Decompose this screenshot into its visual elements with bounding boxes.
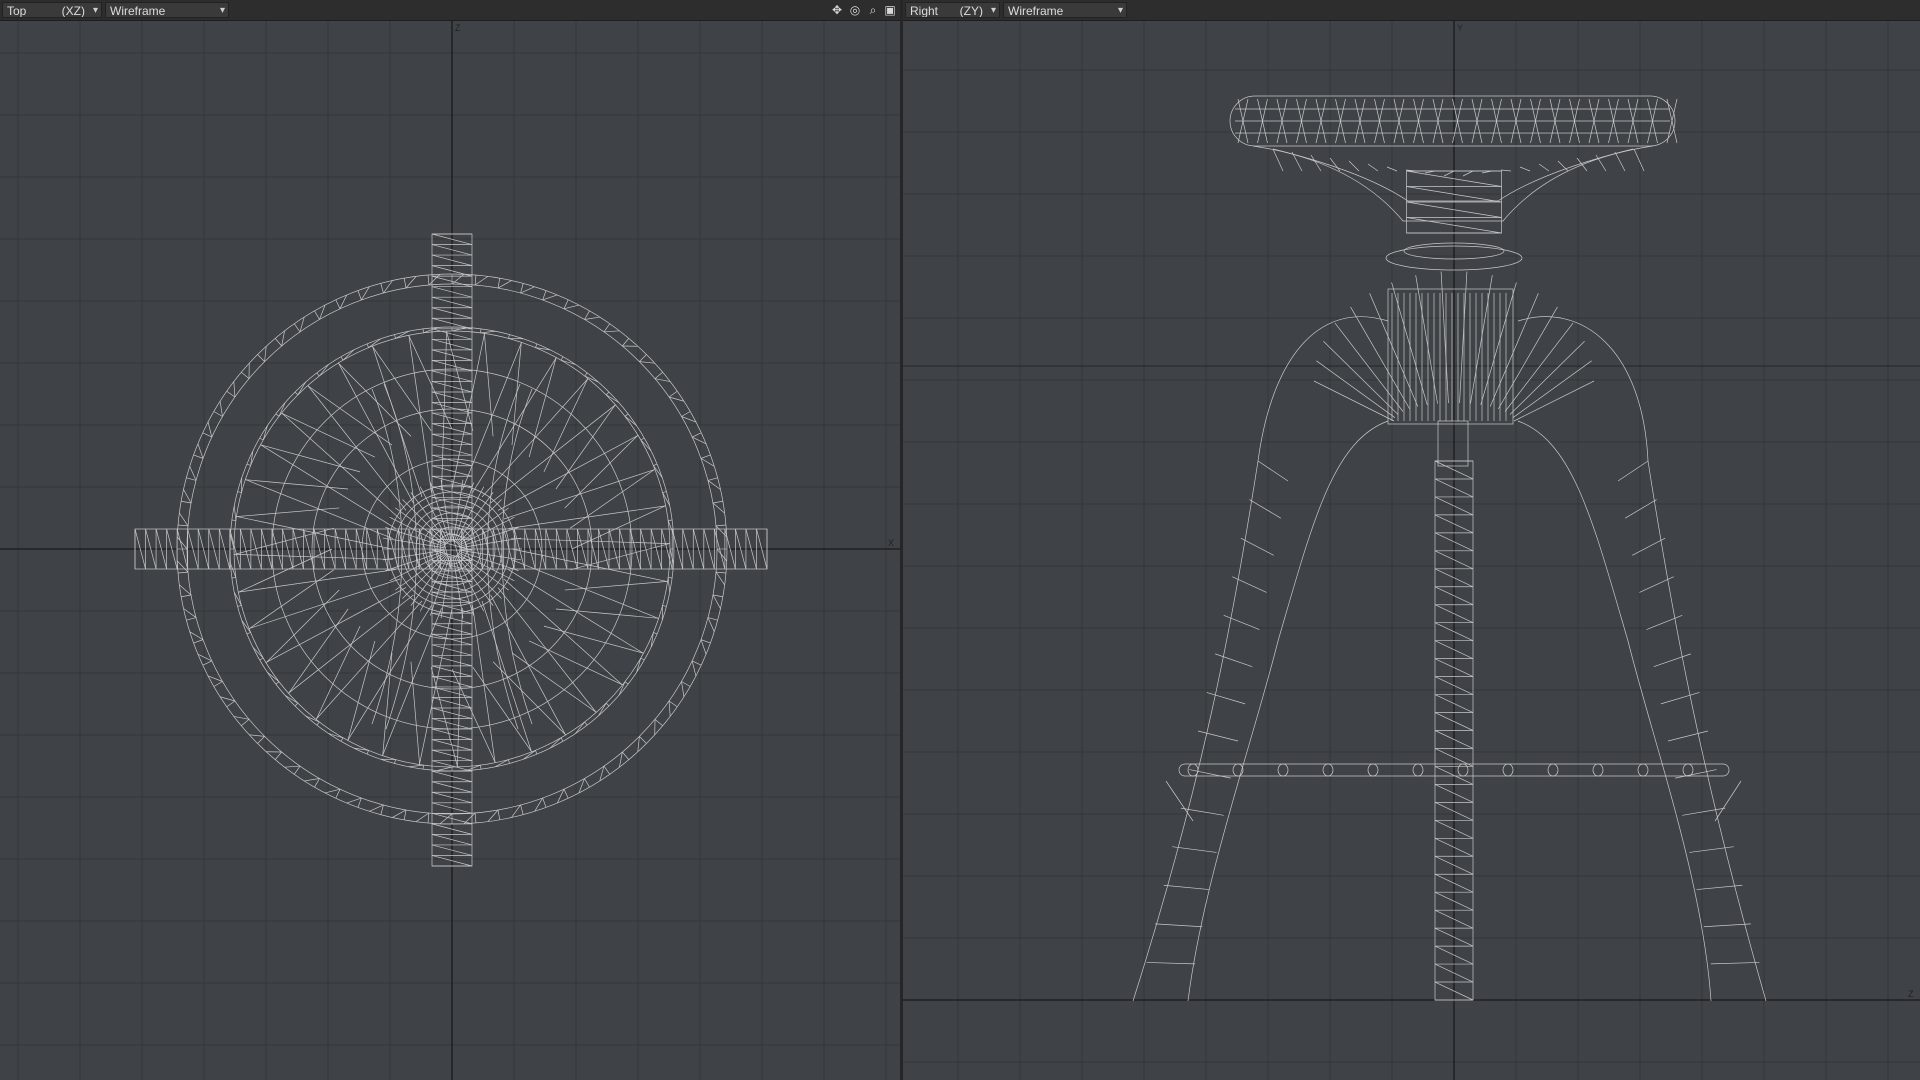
viewport-header-top: Top (XZ) ▾ Wireframe ▾ ✥ ◎ ⌕ ▣ xyxy=(0,0,900,21)
maximize-view-icon[interactable]: ▣ xyxy=(883,3,897,17)
view-type-select-right[interactable]: Right (ZY) ▾ xyxy=(905,2,1000,18)
move-view-icon[interactable]: ✥ xyxy=(830,3,844,17)
viewport-top[interactable]: Top (XZ) ▾ Wireframe ▾ ✥ ◎ ⌕ ▣ XZ xyxy=(0,0,900,1080)
rotate-view-icon[interactable]: ◎ xyxy=(848,3,862,17)
chevron-down-icon: ▾ xyxy=(92,5,98,16)
top-view-wireframe: XZ xyxy=(0,21,900,1080)
chevron-down-icon: ▾ xyxy=(1117,5,1123,16)
chevron-down-icon: ▾ xyxy=(990,5,996,16)
right-view-wireframe: ZY xyxy=(903,21,1920,1080)
render-mode-select-top[interactable]: Wireframe ▾ xyxy=(105,2,229,18)
grid xyxy=(903,21,1920,1080)
chevron-down-icon: ▾ xyxy=(219,5,225,16)
view-type-label: Right xyxy=(910,4,939,18)
legs xyxy=(1132,271,1767,1002)
view-type-label: Top xyxy=(7,4,27,18)
stool-top-wireframe xyxy=(134,233,768,867)
viewport-canvas-right[interactable]: ZY xyxy=(903,21,1920,1080)
render-mode-label: Wireframe xyxy=(1008,4,1064,18)
view-axes-label: (ZY) xyxy=(959,4,983,18)
view-type-select-top[interactable]: Top (XZ) ▾ xyxy=(2,2,102,18)
viewport-canvas-top[interactable]: XZ xyxy=(0,21,900,1080)
viewport-right[interactable]: Right (ZY) ▾ Wireframe ▾ ZY xyxy=(903,0,1920,1080)
stool-side-wireframe xyxy=(1132,95,1767,1002)
axis-label-v: Z xyxy=(455,23,461,33)
render-mode-label: Wireframe xyxy=(110,4,166,18)
origin-axes xyxy=(903,21,1920,1080)
axis-label-v: Y xyxy=(1457,23,1463,33)
zoom-view-icon[interactable]: ⌕ xyxy=(866,3,880,17)
view-axes-label: (XZ) xyxy=(61,4,85,18)
column xyxy=(1387,288,1514,1001)
axis-label-h: X xyxy=(888,538,894,548)
render-mode-select-right[interactable]: Wireframe ▾ xyxy=(1003,2,1127,18)
axis-label-h: Z xyxy=(1908,989,1914,999)
viewport-header-right: Right (ZY) ▾ Wireframe ▾ xyxy=(903,0,1920,21)
